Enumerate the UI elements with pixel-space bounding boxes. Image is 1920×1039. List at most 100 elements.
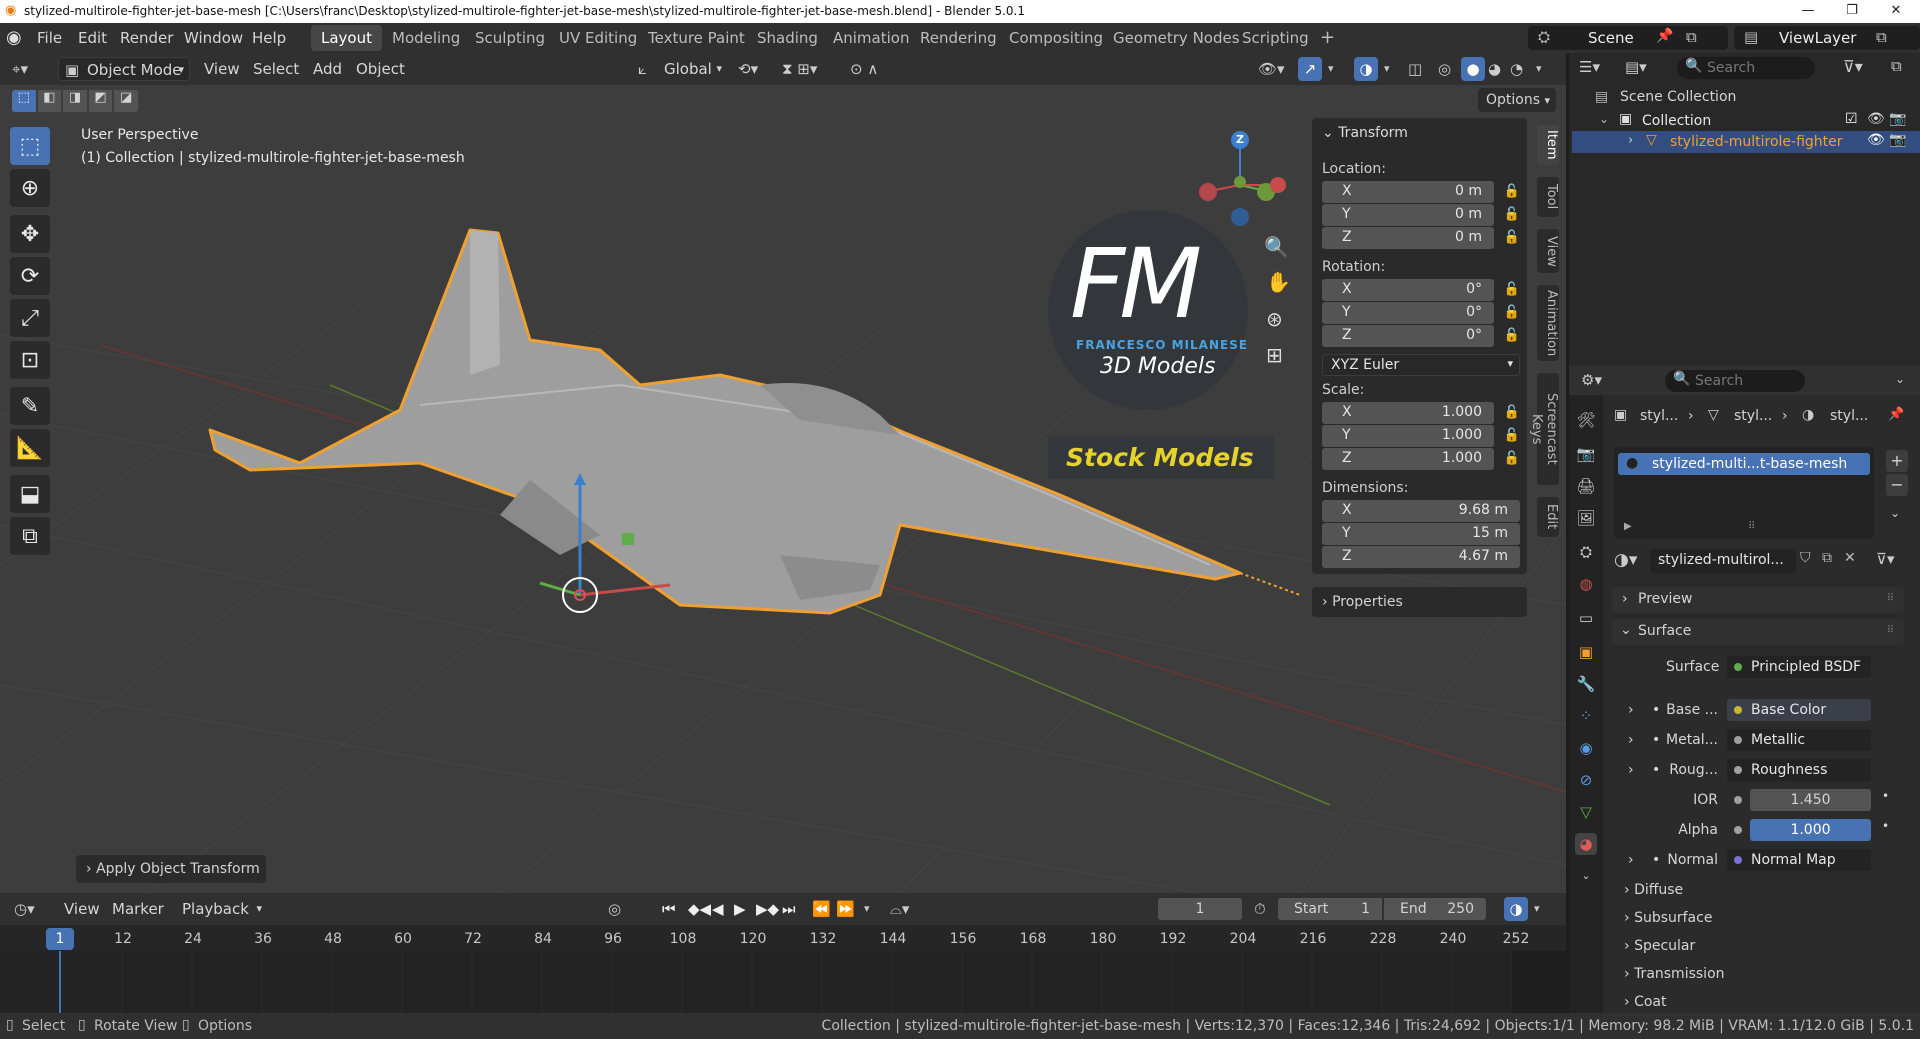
camera-icon[interactable]: 📷 — [1889, 132, 1906, 148]
timeline-menu-view[interactable]: View — [64, 897, 100, 921]
ior-field[interactable]: 1.450 — [1750, 789, 1871, 811]
transform-tool-icon[interactable]: ⊡ — [10, 341, 50, 379]
editor-type-icon[interactable]: ⌖▾ — [12, 57, 28, 81]
expand-icon[interactable]: ▶ — [1624, 521, 1632, 532]
zoom-icon[interactable]: 🔍 — [1264, 235, 1289, 259]
keyframe-dot-icon[interactable]: • — [1882, 789, 1889, 803]
prev-keyframe-icon[interactable]: ◆◀ — [688, 897, 711, 921]
gizmo-toggle-icon[interactable]: ↗ — [1298, 57, 1322, 81]
modifier-tab-icon[interactable]: 🔧 — [1575, 673, 1597, 695]
dimensions-z-field[interactable]: Z 4.67 m — [1322, 546, 1520, 568]
viewport-menu-add[interactable]: Add — [313, 57, 342, 81]
jump-start-icon[interactable]: ⏮ — [662, 897, 679, 921]
surface-shader-field[interactable]: Principled BSDF — [1727, 656, 1871, 678]
menu-file[interactable]: File — [37, 23, 62, 53]
surface-section-header[interactable]: ⌄ Surface ⠿ — [1612, 619, 1904, 645]
tab-geometry-nodes[interactable]: Geometry Nodes — [1103, 25, 1250, 51]
tab-animation[interactable]: Animation — [823, 25, 919, 51]
add-object-tool-icon[interactable]: ⧉ — [10, 517, 50, 555]
rotate-tool-icon[interactable]: ⟳ — [10, 257, 50, 295]
chevron-right-icon[interactable]: › — [1628, 732, 1634, 748]
select-subtract-icon[interactable]: ◨ — [63, 90, 87, 112]
add-workspace-button[interactable]: + — [1310, 25, 1345, 51]
chevron-down-icon[interactable]: ⌄ — [1599, 112, 1609, 126]
current-frame-field[interactable]: 1 — [1158, 898, 1242, 920]
render-tab-icon[interactable]: 📷 — [1575, 443, 1597, 465]
outliner-scene-collection[interactable]: Scene Collection — [1620, 89, 1736, 105]
new-viewlayer-icon[interactable]: ⧉ — [1876, 28, 1887, 46]
diffuse-section[interactable]: › Diffuse — [1624, 882, 1683, 898]
drag-handle-icon[interactable]: ⠿ — [1887, 625, 1894, 636]
lock-icon[interactable]: 🔓 — [1504, 328, 1520, 343]
scene-selector[interactable]: ⛭ Scene 📌 ⧉ — [1528, 26, 1728, 50]
lock-icon[interactable]: 🔓 — [1504, 230, 1520, 245]
data-tab-icon[interactable]: ▽ — [1575, 801, 1597, 823]
subsurface-section[interactable]: › Subsurface — [1624, 910, 1712, 926]
navigation-gizmo[interactable] — [1190, 125, 1300, 245]
auto-key-icon[interactable]: ⌓▾ — [890, 897, 909, 921]
tab-animation-sidebar[interactable]: Animation — [1537, 285, 1559, 361]
close-button[interactable]: ✕ — [1874, 0, 1918, 23]
base-color-field[interactable]: Base Color — [1727, 699, 1871, 721]
chevron-down-icon[interactable]: ▾ — [864, 897, 870, 921]
move-tool-icon[interactable]: ✥ — [10, 215, 50, 253]
select-intersect-icon[interactable]: ◪ — [114, 90, 138, 112]
rendered-shading-icon[interactable]: ◔ — [1510, 57, 1523, 81]
select-invert-icon[interactable]: ◩ — [88, 90, 113, 112]
chevron-right-icon[interactable]: › — [1628, 852, 1634, 868]
transmission-section[interactable]: › Transmission — [1624, 966, 1725, 982]
menu-render[interactable]: Render — [120, 23, 173, 53]
metallic-field[interactable]: Metallic — [1727, 729, 1871, 751]
orientation-dropdown[interactable]: ⟀ Global ▾ — [636, 57, 722, 81]
checkbox-icon[interactable]: ☑ — [1845, 111, 1858, 127]
properties-editor-type-icon[interactable]: ⚙▾ — [1581, 371, 1602, 389]
timeline-editor-icon[interactable]: ◷▾ — [14, 897, 35, 921]
select-new-icon[interactable]: ⬚ — [12, 90, 36, 112]
tab-uv-editing[interactable]: UV Editing — [549, 25, 647, 51]
alpha-slider[interactable]: 1.000 — [1750, 819, 1871, 841]
material-slot-list[interactable]: ● stylized-multi...t-base-mesh ▶ ⠿ — [1614, 447, 1874, 539]
play-icon[interactable]: ▶ — [734, 897, 746, 921]
tab-rendering[interactable]: Rendering — [910, 25, 1007, 51]
remove-slot-button[interactable]: − — [1886, 474, 1908, 496]
material-shading-icon[interactable]: ◕ — [1488, 57, 1501, 81]
chevron-down-icon[interactable]: ▾ — [1328, 57, 1334, 81]
transform-section-header[interactable]: ⌄ Transform — [1322, 125, 1408, 141]
outliner-search-input[interactable]: 🔍 Search — [1677, 57, 1815, 79]
coat-section[interactable]: › Coat — [1624, 994, 1666, 1010]
chevron-down-icon[interactable]: ⌄ — [1890, 506, 1900, 520]
select-extend-icon[interactable]: ◧ — [37, 90, 62, 112]
chevron-down-icon[interactable]: ▾ — [1534, 897, 1540, 921]
drag-handle-icon[interactable]: ⠿ — [1887, 593, 1894, 604]
proportional-edit-icon[interactable]: ⊙ ∧ — [850, 57, 878, 81]
timeline-menu-marker[interactable]: Marker — [112, 897, 164, 921]
rotation-y-field[interactable]: Y 0° 🔓 — [1322, 302, 1520, 324]
tab-scripting[interactable]: Scripting — [1232, 25, 1319, 51]
outliner-collection[interactable]: Collection — [1642, 113, 1711, 129]
breadcrumb-material[interactable]: styl... — [1830, 408, 1868, 424]
visibility-icon[interactable]: 👁▾ — [1258, 57, 1285, 81]
duplicate-material-icon[interactable]: ⧉ — [1822, 550, 1832, 566]
viewport-menu-select[interactable]: Select — [253, 57, 299, 81]
viewport-menu-object[interactable]: Object — [356, 57, 405, 81]
start-frame-field[interactable]: Start 1 — [1278, 898, 1382, 920]
new-collection-icon[interactable]: ⧉ — [1891, 57, 1902, 75]
constraints-tab-icon[interactable]: ⊘ — [1575, 769, 1597, 791]
tab-texture-paint[interactable]: Texture Paint — [638, 25, 755, 51]
jump-end-icon[interactable]: ⏭ — [782, 897, 796, 921]
outliner-object-row[interactable]: › ▽ stylized-multirole-fighter 👁 📷 — [1572, 131, 1920, 153]
scale-x-field[interactable]: X 1.000 🔓 — [1322, 402, 1520, 424]
unlink-material-icon[interactable]: ✕ — [1844, 550, 1856, 566]
chevron-down-icon[interactable]: ▾ — [1536, 57, 1542, 81]
tab-view[interactable]: View — [1537, 229, 1559, 273]
lock-icon[interactable]: 🔓 — [1504, 451, 1520, 466]
new-scene-icon[interactable]: ⧉ — [1686, 28, 1697, 46]
next-keyframe-icon[interactable]: ▶◆ — [756, 897, 779, 921]
measure-tool-icon[interactable]: 📐 — [10, 429, 50, 467]
chevron-right-icon[interactable]: › — [1628, 762, 1634, 778]
material-slot-row[interactable]: ● stylized-multi...t-base-mesh — [1618, 453, 1870, 475]
timeline-area[interactable]: 1 12 24 36 48 60 72 84 96 108 120 132 14… — [0, 925, 1566, 1013]
rotation-mode-dropdown[interactable]: XYZ Euler ▾ — [1322, 354, 1520, 376]
viewport-options-dropdown[interactable]: Options ▾ — [1478, 88, 1556, 112]
collection-tab-icon[interactable]: ▭ — [1575, 607, 1597, 629]
